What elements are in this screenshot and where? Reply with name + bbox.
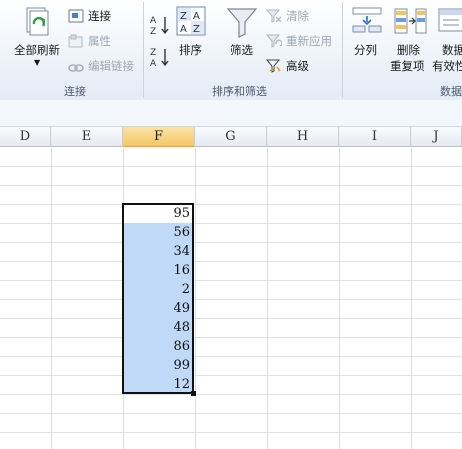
selection-border [122,203,194,394]
refresh-all-icon[interactable] [24,6,50,40]
sort-icon[interactable]: ZAAZ [176,6,206,40]
edit-links-icon [68,59,84,78]
gridline [0,375,462,376]
remove-duplicates-button-line2[interactable]: 重复项 [390,58,425,74]
column-header-j[interactable]: J [411,127,462,147]
sort-descending-icon[interactable]: ZA [150,46,170,72]
properties-button[interactable]: 属性 [88,33,111,49]
group-label-sort-filter: 排序和筛选 [212,85,267,98]
gridline [0,204,462,205]
column-header-f[interactable]: F [123,127,195,147]
data-validation-button-line1[interactable]: 数据 [442,42,462,58]
gridline [0,337,462,338]
filter-icon[interactable] [226,6,258,42]
ribbon: 全部刷新 ▼ 连接 属性 编辑链接 连接 AZ ZA ZAAZ 排序 筛选 清除… [0,0,462,101]
svg-text:A: A [150,16,157,26]
gridline [0,413,462,414]
gridline [0,299,462,300]
properties-icon [68,33,84,52]
data-validation-icon[interactable] [438,6,462,40]
svg-text:A: A [193,11,200,22]
sort-ascending-icon[interactable]: AZ [150,14,170,40]
column-header-i[interactable]: I [339,127,411,147]
data-validation-button-line2[interactable]: 有效性 [432,58,462,74]
column-header-d[interactable]: D [0,127,51,147]
fill-handle[interactable] [191,391,196,396]
gridline [0,356,462,357]
gridline [0,318,462,319]
svg-text:A: A [180,24,187,35]
svg-text:Z: Z [150,48,156,58]
text-to-columns-icon[interactable] [351,6,383,40]
group-label-data-tools: 数据 [440,85,462,98]
column-header-e[interactable]: E [51,127,123,147]
advanced-filter-icon [265,58,282,77]
advanced-filter-button[interactable]: 高级 [286,58,309,74]
chevron-down-icon[interactable]: ▼ [34,58,40,67]
gridline [0,242,462,243]
filter-button[interactable]: 筛选 [230,42,253,58]
gridline [0,394,462,395]
clear-filter-icon [265,8,282,27]
svg-text:Z: Z [193,24,200,35]
reapply-icon [265,33,283,52]
sort-button[interactable]: 排序 [179,42,202,58]
group-separator [342,2,343,98]
connections-icon [68,8,84,27]
refresh-all-button[interactable]: 全部刷新 [14,42,60,58]
column-header-g[interactable]: G [195,127,267,147]
gridline [0,166,462,167]
edit-links-button[interactable]: 编辑链接 [88,58,134,74]
svg-text:Z: Z [150,27,156,36]
remove-duplicates-icon[interactable] [393,6,427,40]
group-label-connections: 连接 [64,85,86,98]
group-separator [143,2,144,98]
gridline [0,185,462,186]
svg-text:A: A [150,59,157,68]
gridline [0,280,462,281]
gridline [0,261,462,262]
remove-duplicates-button-line1[interactable]: 删除 [397,42,420,58]
formula-bar-strip [0,100,462,127]
gridline [0,223,462,224]
gridline [0,432,462,433]
connections-button[interactable]: 连接 [88,8,111,24]
reapply-button[interactable]: 重新应用 [286,33,332,49]
column-header-h[interactable]: H [267,127,339,147]
text-to-columns-button[interactable]: 分列 [354,42,377,58]
clear-filter-button[interactable]: 清除 [286,8,309,24]
svg-text:Z: Z [180,11,187,22]
